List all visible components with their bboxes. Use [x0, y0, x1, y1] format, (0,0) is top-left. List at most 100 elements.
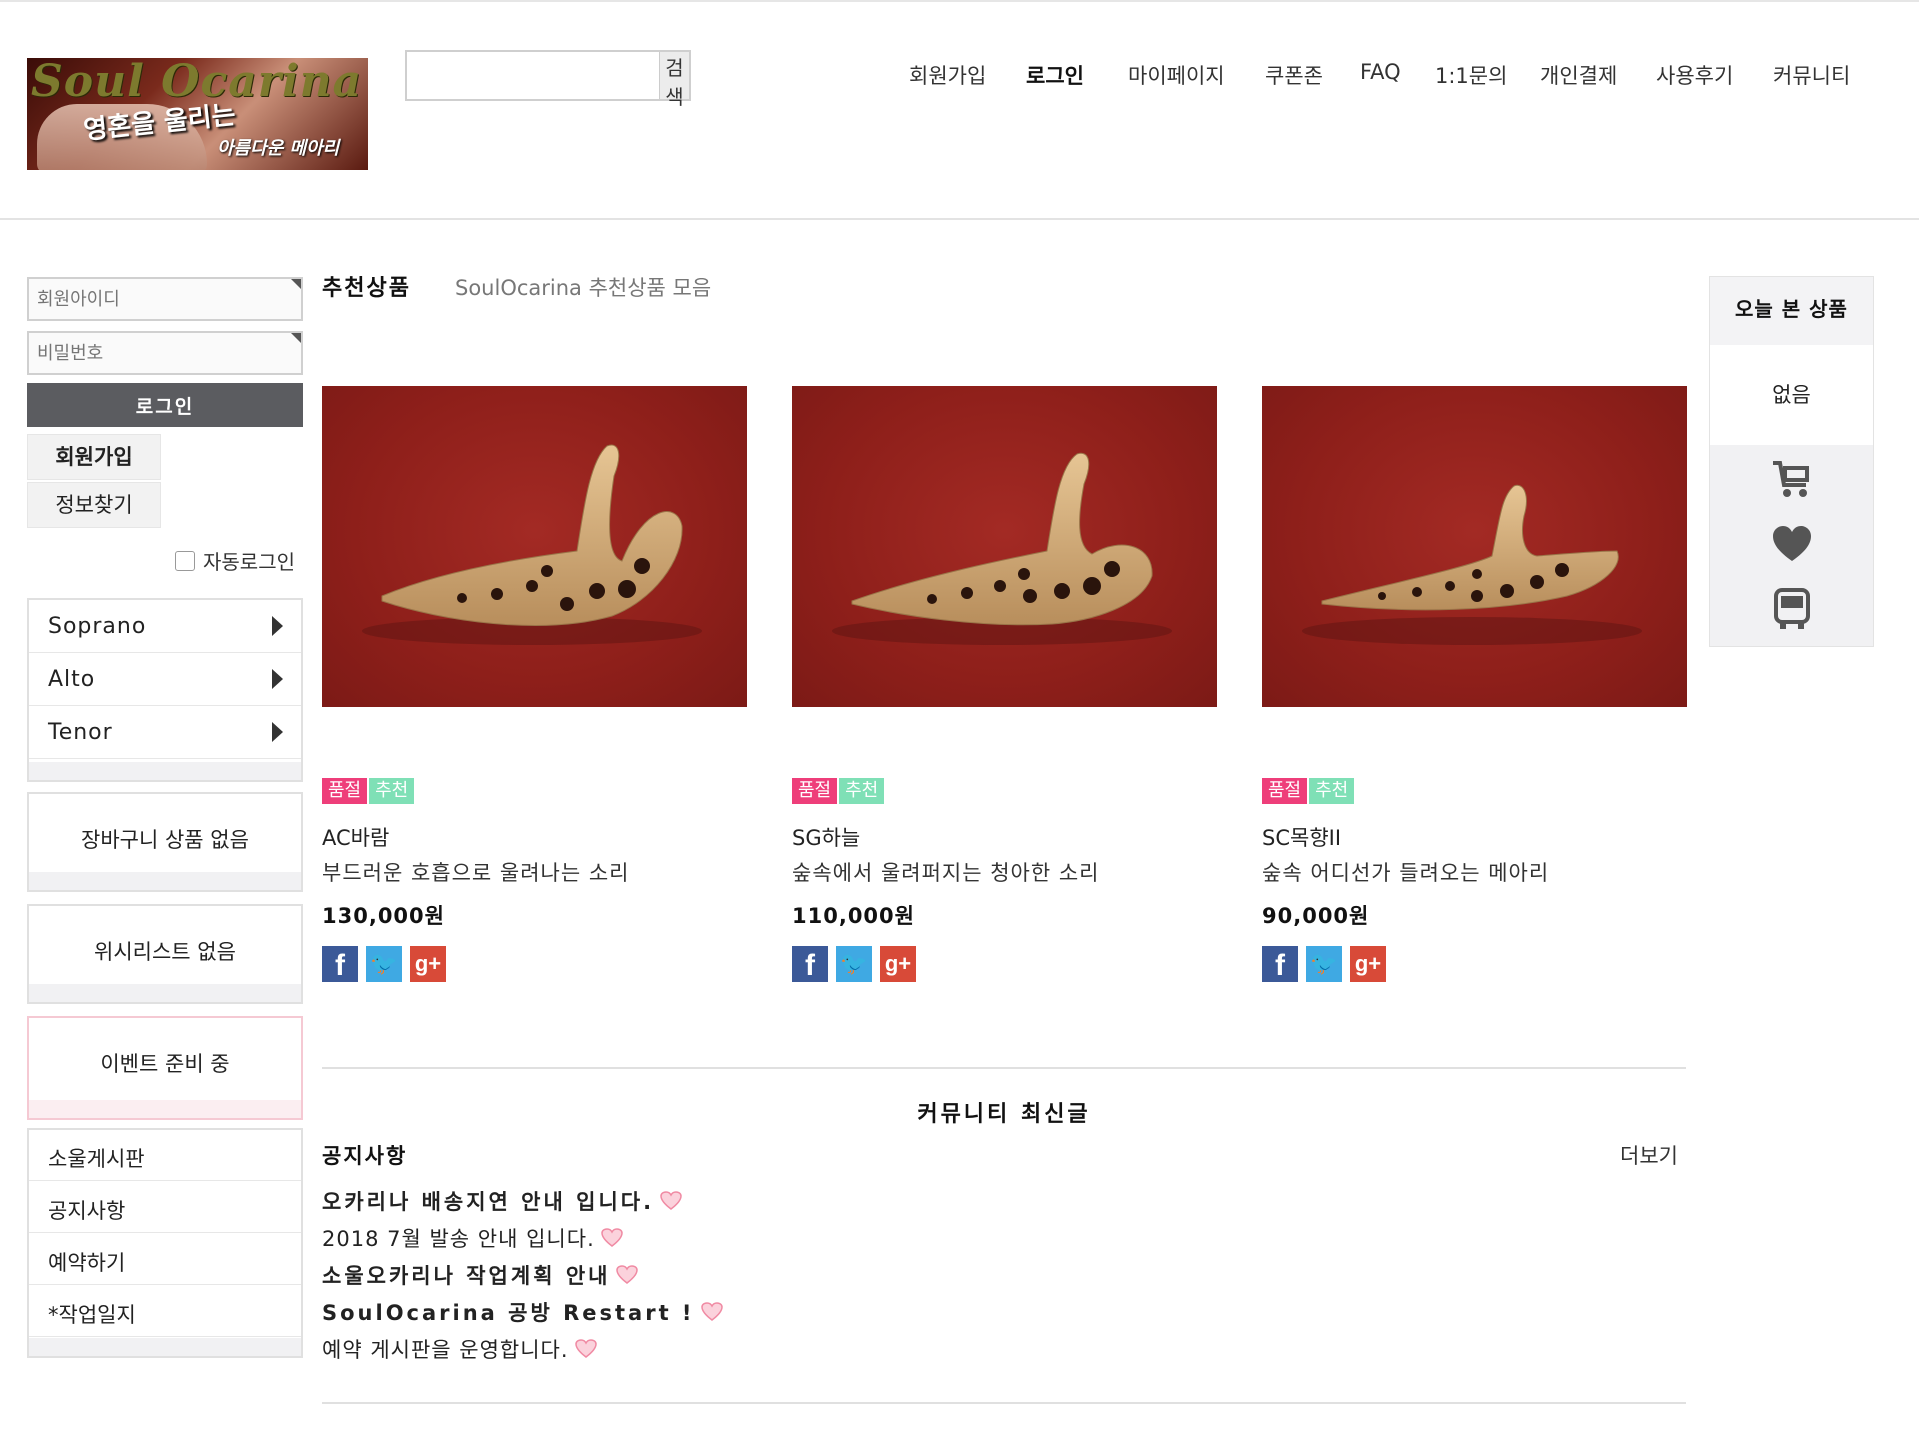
board-item[interactable]: 소울게시판: [29, 1130, 301, 1181]
search-bar: 검색: [405, 50, 691, 109]
caret-right-icon: [272, 669, 283, 689]
post-title[interactable]: SoulOcarina 공방 Restart !: [322, 1297, 695, 1327]
twitter-icon[interactable]: 🐦: [366, 946, 402, 982]
community-title: 커뮤니티 최신글: [917, 1102, 1091, 1127]
top-border: [0, 0, 1919, 2]
post-item[interactable]: 소울오카리나 작업계획 안내: [322, 1260, 639, 1290]
password-input[interactable]: [27, 331, 303, 375]
product-badges: 품절 추천: [792, 778, 885, 804]
twitter-icon[interactable]: 🐦: [836, 946, 872, 982]
recently-viewed-panel: 오늘 본 상품 없음: [1709, 276, 1874, 647]
category-item-tenor[interactable]: Tenor: [29, 706, 301, 759]
product-description: 부드러운 호흡으로 울려나는 소리: [322, 861, 630, 885]
cart-empty-text: 장바구니 상품 없음: [81, 828, 249, 852]
product-price: 130,000원: [322, 904, 445, 928]
section-subtitle: SoulOcarina 추천상품 모음: [455, 276, 712, 300]
post-item[interactable]: SoulOcarina 공방 Restart !: [322, 1297, 723, 1327]
category-label: Soprano: [48, 614, 147, 639]
cart-icon[interactable]: [1770, 457, 1814, 501]
recently-viewed-empty: 없음: [1710, 345, 1873, 445]
post-item[interactable]: 예약 게시판을 운영합니다.: [322, 1334, 597, 1364]
product-badges: 품절 추천: [1262, 778, 1355, 804]
box-footer: [29, 984, 301, 1002]
nav-link[interactable]: FAQ: [1360, 60, 1401, 84]
heart-icon: [616, 1265, 639, 1284]
product-name[interactable]: SC목향II: [1262, 822, 1341, 852]
facebook-icon[interactable]: f: [792, 946, 828, 982]
caret-right-icon: [272, 722, 283, 742]
heart-icon[interactable]: [1770, 523, 1814, 567]
board-item[interactable]: 공지사항: [29, 1182, 301, 1233]
category-label: Alto: [48, 667, 96, 692]
heart-icon: [574, 1339, 597, 1358]
find-info-button[interactable]: 정보찾기: [27, 482, 161, 528]
category-label: Tenor: [48, 720, 113, 745]
member-id-input[interactable]: [27, 277, 303, 321]
google-plus-icon[interactable]: g+: [1350, 946, 1386, 982]
divider: [322, 1402, 1686, 1404]
share-buttons: f 🐦 g+: [1262, 946, 1386, 982]
product-description: 숲속 어디선가 들려오는 메아리: [1262, 861, 1550, 885]
recommend-badge: 추천: [839, 778, 885, 804]
required-marker: [291, 279, 301, 289]
box-footer: [29, 1338, 301, 1356]
post-title[interactable]: 오카리나 배송지연 안내 입니다.: [322, 1186, 654, 1216]
product-name[interactable]: AC바람: [322, 822, 389, 852]
join-button[interactable]: 회원가입: [27, 434, 161, 480]
heart-icon: [600, 1228, 623, 1247]
nav-link[interactable]: 사용후기: [1656, 60, 1733, 90]
post-title[interactable]: 소울오카리나 작업계획 안내: [322, 1260, 610, 1290]
post-title[interactable]: 예약 게시판을 운영합니다.: [322, 1334, 569, 1364]
bus-icon[interactable]: [1770, 587, 1814, 631]
autologin-checkbox[interactable]: [175, 550, 195, 571]
sold-out-badge: 품절: [322, 778, 368, 804]
nav-link[interactable]: 마이페이지: [1128, 60, 1225, 90]
caret-right-icon: [272, 616, 283, 636]
product-price: 110,000원: [792, 904, 915, 928]
google-plus-icon[interactable]: g+: [410, 946, 446, 982]
product-image[interactable]: [792, 386, 1217, 707]
heart-icon: [700, 1302, 723, 1321]
board-item[interactable]: 예약하기: [29, 1234, 301, 1285]
product-image[interactable]: [1262, 386, 1687, 707]
site-logo[interactable]: Soul Ocarina 영혼을 울리는 아름다운 메아리: [27, 58, 368, 170]
board-item[interactable]: *작업일지: [29, 1286, 301, 1337]
box-footer: [29, 1100, 301, 1118]
logo-tagline-2: 아름다운 메아리: [217, 138, 340, 159]
more-link[interactable]: 더보기: [1620, 1140, 1678, 1170]
post-title[interactable]: 2018 7월 발송 안내 입니다.: [322, 1223, 595, 1253]
share-buttons: f 🐦 g+: [792, 946, 916, 982]
nav-link[interactable]: 회원가입: [909, 60, 986, 90]
event-text: 이벤트 준비 중: [100, 1052, 230, 1076]
share-buttons: f 🐦 g+: [322, 946, 446, 982]
login-button[interactable]: 로그인: [27, 383, 303, 427]
product-badges: 품절 추천: [322, 778, 415, 804]
notice-title: 공지사항: [322, 1144, 408, 1168]
post-item[interactable]: 오카리나 배송지연 안내 입니다.: [322, 1186, 682, 1216]
product-name[interactable]: SG하늘: [792, 822, 860, 852]
sold-out-badge: 품절: [792, 778, 838, 804]
twitter-icon[interactable]: 🐦: [1306, 946, 1342, 982]
recently-viewed-title: 오늘 본 상품: [1710, 277, 1873, 345]
nav-link[interactable]: 커뮤니티: [1773, 60, 1850, 90]
board-menu: 소울게시판 공지사항 예약하기 *작업일지: [27, 1128, 303, 1358]
facebook-icon[interactable]: f: [322, 946, 358, 982]
board-label: *작업일지: [48, 1303, 136, 1327]
facebook-icon[interactable]: f: [1262, 946, 1298, 982]
nav-link[interactable]: 쿠폰존: [1265, 60, 1323, 90]
nav-link[interactable]: 개인결제: [1540, 60, 1617, 90]
nav-link[interactable]: 로그인: [1026, 60, 1084, 90]
autologin-option[interactable]: 자동로그인: [175, 546, 295, 575]
category-item-soprano[interactable]: Soprano: [29, 600, 301, 653]
cart-box: 장바구니 상품 없음: [27, 792, 303, 892]
post-item[interactable]: 2018 7월 발송 안내 입니다.: [322, 1223, 623, 1253]
category-item-alto[interactable]: Alto: [29, 653, 301, 706]
product-image[interactable]: [322, 386, 747, 707]
recommend-badge: 추천: [369, 778, 415, 804]
top-nav: 회원가입 로그인 마이페이지 쿠폰존 FAQ 1:1문의 개인결제 사용후기 커뮤니티: [669, 60, 1919, 90]
heart-icon: [660, 1191, 682, 1210]
google-plus-icon[interactable]: g+: [880, 946, 916, 982]
board-label: 공지사항: [48, 1199, 126, 1223]
nav-link[interactable]: 1:1문의: [1435, 60, 1507, 90]
search-input[interactable]: [407, 52, 659, 99]
